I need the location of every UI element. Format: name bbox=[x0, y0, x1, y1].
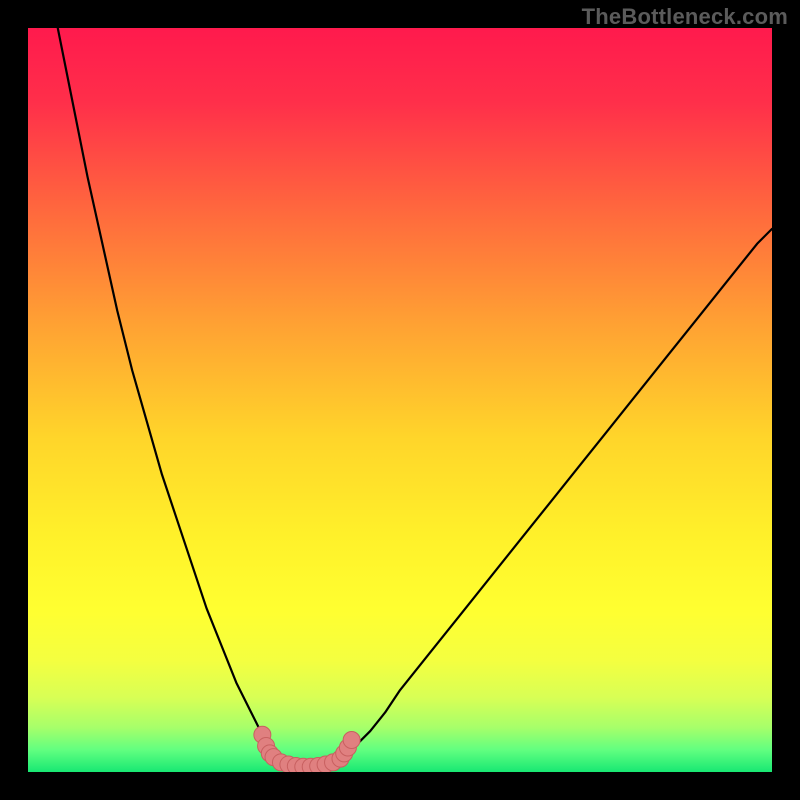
watermark-text: TheBottleneck.com bbox=[582, 4, 788, 30]
chart-frame: TheBottleneck.com bbox=[0, 0, 800, 800]
bottleneck-chart bbox=[28, 28, 772, 772]
datapoint-marker bbox=[343, 732, 360, 749]
plot-area bbox=[28, 28, 772, 772]
